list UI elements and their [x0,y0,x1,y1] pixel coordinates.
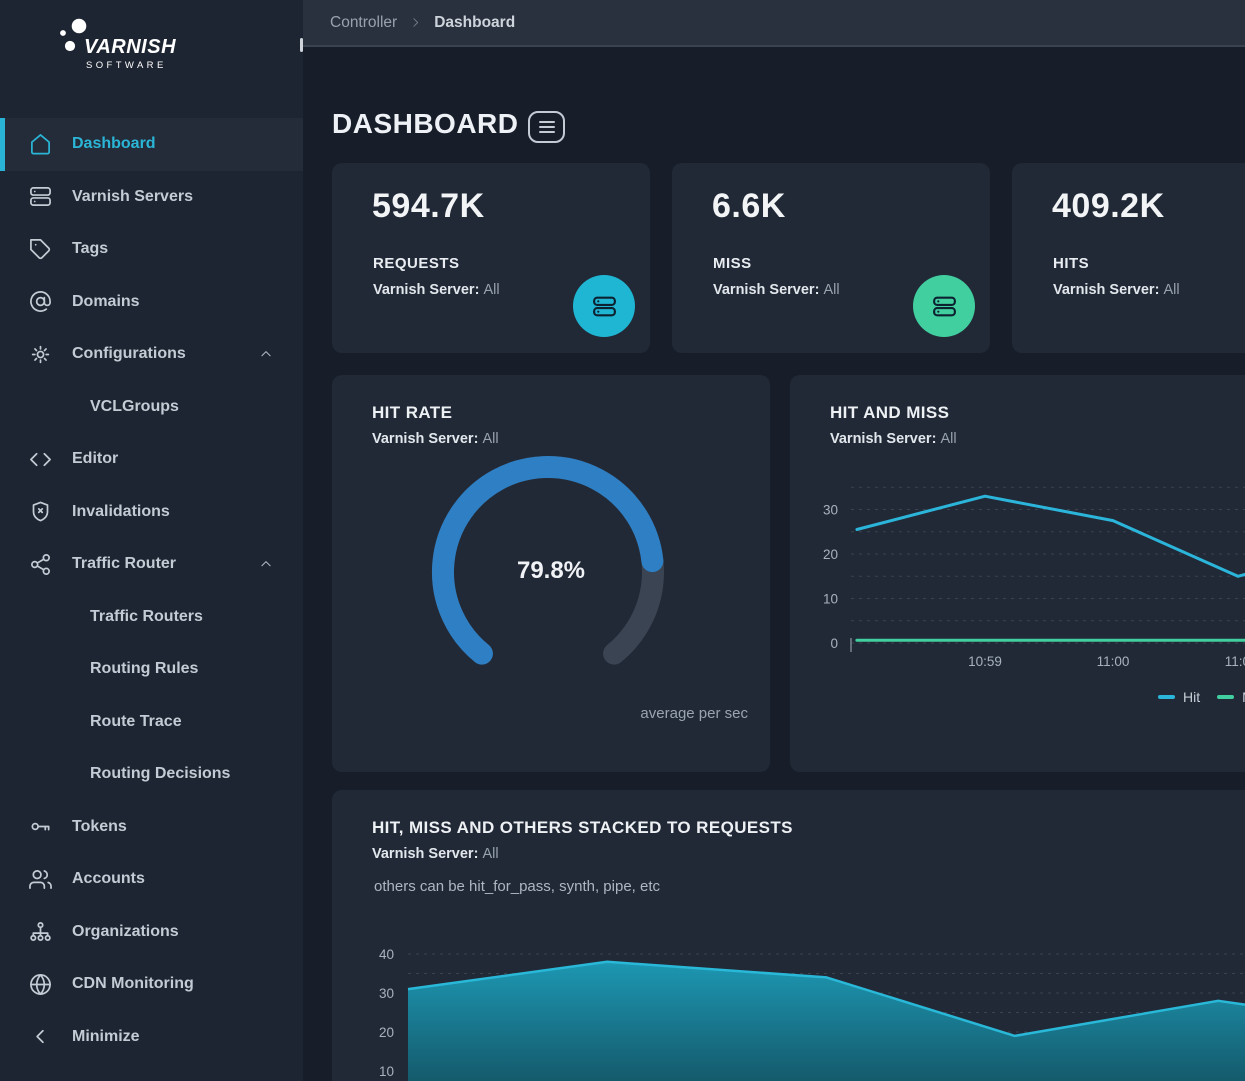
chart-legend: Hit Miss [1158,689,1245,705]
topbar: Controller Dashboard [303,0,1245,47]
chevron-up-icon[interactable] [259,347,273,361]
stacked-area-chart: 10 20 30 40 [332,790,1245,1081]
sidebar-item-varnish-servers[interactable]: Varnish Servers [0,171,303,224]
breadcrumb-controller[interactable]: Controller [330,14,397,32]
app-window: VARNISH SOFTWARE Dashboard Varnish Serve… [0,0,1245,1081]
requests-stat-card: 594.7K REQUESTS Varnish Server: All [332,163,650,353]
sidebar-item-cdn-monitoring[interactable]: CDN Monitoring [0,958,303,1011]
sidebar-item-tags[interactable]: Tags [0,223,303,276]
code-icon [28,447,52,471]
hit-legend-swatch [1158,695,1175,699]
hit-rate-footnote: average per sec [640,705,748,722]
hit-and-miss-chart: 0 10 20 30 10:59 11:00 11:01 [790,375,1245,772]
page-title: DASHBOARD [332,108,519,140]
sidebar-item-tokens[interactable]: Tokens [0,801,303,854]
requests-label: REQUESTS [373,255,460,272]
sidebar-item-dashboard[interactable]: Dashboard [0,118,303,171]
requests-server-button[interactable] [573,275,635,337]
server-filter: Varnish Server: All [1053,282,1180,298]
share-network-icon [28,552,52,576]
svg-text:10: 10 [823,592,838,607]
sidebar-item-route-trace[interactable]: Route Trace [0,696,303,749]
hits-stat-card: 409.2K HITS Varnish Server: All [1012,163,1245,353]
chevron-left-icon [28,1025,52,1049]
sidebar-scrollbar-thumb[interactable] [300,38,304,52]
svg-text:0: 0 [830,636,838,651]
sidebar-nav: Dashboard Varnish Servers Tags Domains [0,118,303,1063]
breadcrumb-dashboard: Dashboard [434,14,515,32]
hits-label: HITS [1053,255,1089,272]
sidebar-item-traffic-routers[interactable]: Traffic Routers [0,591,303,644]
server-filter: Varnish Server: All [713,282,840,298]
svg-text:30: 30 [379,986,394,1001]
key-icon [28,815,52,839]
sidebar-item-routing-rules[interactable]: Routing Rules [0,643,303,696]
miss-legend-swatch [1217,695,1234,699]
miss-label: MISS [713,255,752,272]
stacked-requests-card: HIT, MISS AND OTHERS STACKED TO REQUESTS… [332,790,1245,1081]
requests-value: 594.7K [372,187,485,226]
miss-value: 6.6K [712,187,786,226]
legend-hit[interactable]: Hit [1158,689,1200,705]
sidebar-item-domains[interactable]: Domains [0,276,303,329]
sidebar-item-accounts[interactable]: Accounts [0,853,303,906]
svg-text:10:59: 10:59 [968,654,1002,669]
server-icon [28,185,52,209]
sidebar-item-routing-decisions[interactable]: Routing Decisions [0,748,303,801]
globe-icon [28,972,52,996]
logo-text-varnish: VARNISH [84,36,176,59]
hit-rate-value: 79.8% [332,557,770,585]
users-icon [28,867,52,891]
legend-miss[interactable]: Miss [1217,689,1245,705]
hierarchy-icon [28,920,52,944]
at-sign-icon [28,290,52,314]
sidebar-item-minimize[interactable]: Minimize [0,1011,303,1064]
sidebar-item-organizations[interactable]: Organizations [0,906,303,959]
sidebar-item-editor[interactable]: Editor [0,433,303,486]
hits-value: 409.2K [1052,187,1165,226]
home-icon [28,132,52,156]
svg-text:11:00: 11:00 [1097,654,1130,669]
svg-text:20: 20 [823,547,838,562]
miss-stat-card: 6.6K MISS Varnish Server: All [672,163,990,353]
sidebar-item-traffic-router[interactable]: Traffic Router [0,538,303,591]
server-icon [590,292,619,321]
chevron-up-icon[interactable] [259,557,273,571]
hit-and-miss-card: HIT AND MISS Varnish Server: All 0102030… [790,375,1245,772]
sidebar-item-vclgroups[interactable]: VCLGroups [0,381,303,434]
server-icon [930,292,959,321]
shield-x-icon [28,500,52,524]
svg-text:10: 10 [379,1064,394,1079]
sidebar: VARNISH SOFTWARE Dashboard Varnish Serve… [0,0,303,1081]
varnish-logo: VARNISH SOFTWARE [0,0,303,118]
svg-text:40: 40 [379,947,394,962]
gear-icon [28,342,52,366]
svg-text:11:01: 11:01 [1225,654,1245,669]
svg-text:30: 30 [823,503,838,518]
hit-rate-card: HIT RATE Varnish Server: All 79.8% avera… [332,375,770,772]
sidebar-item-configurations[interactable]: Configurations [0,328,303,381]
chevron-right-icon [409,16,422,29]
tag-icon [28,237,52,261]
server-filter: Varnish Server: All [373,282,500,298]
dashboard-menu-button[interactable] [528,111,565,143]
miss-server-button[interactable] [913,275,975,337]
logo-text-software: SOFTWARE [86,60,167,71]
svg-text:20: 20 [379,1025,394,1040]
sidebar-item-invalidations[interactable]: Invalidations [0,486,303,539]
